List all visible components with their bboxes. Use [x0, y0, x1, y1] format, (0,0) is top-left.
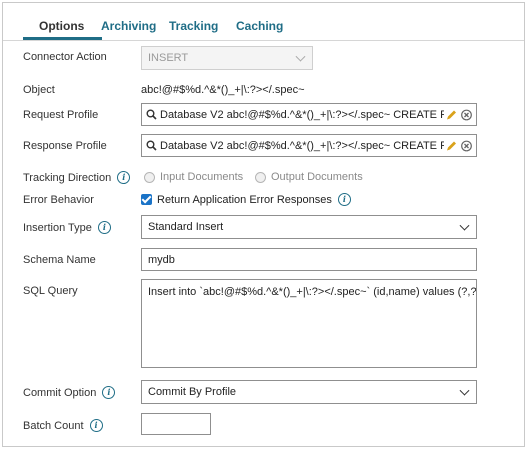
- object-label: Object: [23, 84, 55, 96]
- connector-action-select[interactable]: INSERT: [141, 46, 313, 70]
- clear-icon[interactable]: [461, 109, 472, 120]
- tracking-direction-label: Tracking Direction i: [23, 171, 131, 184]
- pencil-icon[interactable]: [446, 109, 457, 120]
- response-profile-label: Response Profile: [23, 140, 107, 152]
- radio-button[interactable]: [144, 171, 155, 183]
- request-profile-label-text: Request Profile: [23, 109, 99, 121]
- schema-name-input[interactable]: mydb: [141, 248, 477, 271]
- tab-options[interactable]: Options: [39, 19, 84, 33]
- batch-count-input[interactable]: [141, 413, 211, 435]
- connector-action-label: Connector Action: [23, 51, 107, 63]
- request-profile-value: Database V2 abc!@#$%d.^&*()_+|\:?></.spe…: [160, 108, 455, 121]
- chevron-down-icon: [295, 51, 306, 62]
- schema-name-label-text: Schema Name: [23, 254, 96, 266]
- commit-option-label-text: Commit Option: [23, 386, 97, 399]
- radio-input-documents[interactable]: Input Documents: [144, 171, 243, 183]
- clear-icon[interactable]: [461, 140, 472, 151]
- tab-caching[interactable]: Caching: [236, 19, 283, 33]
- response-profile-value: Database V2 abc!@#$%d.^&*()_+|\:?></.spe…: [160, 139, 455, 152]
- response-profile-actions: [444, 140, 472, 151]
- info-icon[interactable]: i: [102, 386, 116, 399]
- commit-option-label: Commit Option i: [23, 386, 116, 399]
- chevron-down-icon: [459, 220, 470, 231]
- checkbox[interactable]: [141, 194, 152, 205]
- sql-query-label: SQL Query: [23, 285, 78, 297]
- batch-count-label-text: Batch Count: [23, 419, 84, 432]
- checkbox-label: Return Application Error Responses: [157, 193, 332, 206]
- radio-label: Input Documents: [160, 171, 244, 183]
- object-value: abc!@#$%d.^&*()_+|\:?></.spec~: [141, 84, 305, 96]
- request-profile-field[interactable]: Database V2 abc!@#$%d.^&*()_+|\:?></.spe…: [141, 103, 477, 126]
- connector-action-value: INSERT: [148, 52, 189, 64]
- connector-action-label-text: Connector Action: [23, 51, 107, 63]
- info-icon[interactable]: i: [337, 193, 351, 206]
- tab-bar: Options Archiving Tracking Caching: [3, 3, 524, 41]
- info-icon[interactable]: i: [89, 419, 103, 432]
- insertion-type-select[interactable]: Standard Insert: [141, 215, 477, 239]
- sql-query-textarea[interactable]: Insert into `abc!@#$%d.^&*()_+|\:?></.sp…: [141, 279, 477, 368]
- tab-divider: [3, 40, 524, 41]
- error-behavior-label: Error Behavior: [23, 194, 94, 206]
- commit-option-value: Commit By Profile: [148, 386, 237, 398]
- object-label-text: Object: [23, 84, 55, 96]
- tracking-direction-label-text: Tracking Direction: [23, 171, 112, 184]
- options-panel: Options Archiving Tracking Caching Conne…: [2, 2, 525, 447]
- tab-archiving[interactable]: Archiving: [101, 19, 156, 33]
- insertion-type-label: Insertion Type i: [23, 221, 111, 234]
- tab-tracking[interactable]: Tracking: [169, 19, 218, 33]
- pencil-icon[interactable]: [446, 140, 457, 151]
- radio-output-documents[interactable]: Output Documents: [255, 171, 363, 183]
- chevron-down-icon: [459, 385, 470, 396]
- sql-query-label-text: SQL Query: [23, 285, 78, 297]
- commit-option-select[interactable]: Commit By Profile: [141, 380, 477, 404]
- radio-label: Output Documents: [271, 171, 363, 183]
- response-profile-label-text: Response Profile: [23, 140, 107, 152]
- insertion-type-label-text: Insertion Type: [23, 221, 92, 234]
- insertion-type-value: Standard Insert: [148, 221, 224, 233]
- batch-count-label: Batch Count i: [23, 419, 103, 432]
- schema-name-label: Schema Name: [23, 254, 96, 266]
- radio-button[interactable]: [255, 171, 266, 183]
- response-profile-field[interactable]: Database V2 abc!@#$%d.^&*()_+|\:?></.spe…: [141, 134, 477, 157]
- search-icon: [146, 140, 157, 151]
- request-profile-label: Request Profile: [23, 109, 98, 121]
- sql-query-value: Insert into `abc!@#$%d.^&*()_+|\:?></.sp…: [148, 286, 477, 298]
- return-errors-checkbox-row[interactable]: Return Application Error Responses i: [141, 193, 351, 206]
- schema-name-value: mydb: [148, 253, 175, 266]
- request-profile-actions: [444, 109, 472, 120]
- search-icon: [146, 109, 157, 120]
- error-behavior-label-text: Error Behavior: [23, 194, 94, 206]
- info-icon[interactable]: i: [97, 221, 111, 234]
- info-icon[interactable]: i: [117, 171, 131, 184]
